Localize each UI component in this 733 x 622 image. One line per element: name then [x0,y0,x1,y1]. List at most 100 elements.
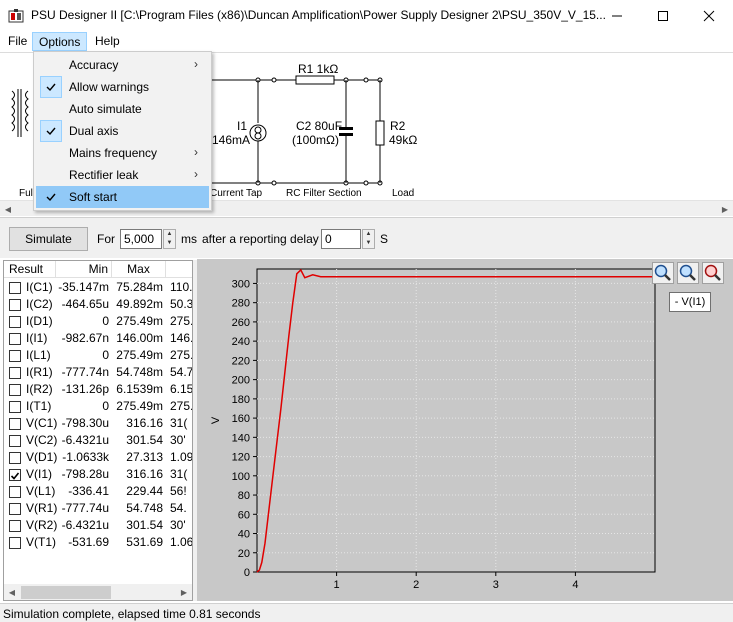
row-checkbox[interactable] [9,316,21,328]
close-button[interactable] [686,0,732,31]
spin-down-icon[interactable]: ▼ [363,239,374,248]
spin-up-icon[interactable]: ▲ [363,230,374,239]
table-row[interactable]: I(R2) -131.26p 6.1539m 6.15 [4,381,192,398]
row-name: V(R2) [26,518,58,532]
menu-options[interactable]: Options [32,32,88,51]
scroll-left-icon[interactable]: ◀ [0,201,16,217]
menu-item-label: Allow warnings [69,80,150,94]
menu-item-accuracy[interactable]: Accuracy › [36,54,209,76]
table-row[interactable]: V(C1) -798.30u 316.16 31( [4,415,192,432]
column-result[interactable]: Result [4,261,56,278]
row-checkbox[interactable] [9,299,21,311]
row-checkbox[interactable] [9,384,21,396]
title-bar: PSU Designer II [C:\Program Files (x86)\… [0,0,733,31]
zoom-out-button[interactable] [702,262,724,284]
row-extra: 275. [170,399,193,413]
i1-label: I1 [237,119,248,133]
row-checkbox[interactable] [9,435,21,447]
row-min: 0 [102,399,109,413]
row-checkbox[interactable] [9,367,21,379]
column-max[interactable]: Max [112,261,166,278]
row-checkbox[interactable] [9,486,21,498]
menu-item-label: Soft start [69,190,118,204]
row-checkbox[interactable] [9,401,21,413]
scroll-left-icon[interactable]: ◀ [4,584,20,600]
table-row[interactable]: V(T1) -531.69 531.69 1.06 [4,534,192,551]
row-checkbox[interactable] [9,418,21,430]
menu-file[interactable]: File [2,32,33,51]
row-min: 0 [102,314,109,328]
results-list[interactable]: Result Min Max I(C1) -35.147m 75.284m 110. I… [3,260,193,601]
row-checkbox[interactable] [9,282,21,294]
checkmark-icon [40,120,62,142]
row-extra: 146. [170,331,193,345]
delay-input[interactable]: 0 [321,229,361,249]
table-row[interactable]: V(I1) -798.28u 316.16 31( [4,466,192,483]
row-checkbox[interactable] [9,469,21,481]
maximize-button[interactable] [640,0,686,31]
row-name: V(T1) [26,535,56,549]
y-tick-label: 60 [238,509,250,521]
table-row[interactable]: I(I1) -982.67n 146.00m 146. [4,330,193,347]
spin-up-icon[interactable]: ▲ [164,230,175,239]
menu-help[interactable]: Help [89,32,126,51]
table-row[interactable]: V(R1) -777.74u 54.748 54. [4,500,192,517]
table-row[interactable]: I(T1) 0 275.49m 275. [4,398,193,415]
scroll-right-icon[interactable]: ▶ [176,584,192,600]
app-icon [8,8,24,24]
row-extra: 1.09 [170,450,193,464]
menu-item-soft-start[interactable]: Soft start [36,186,209,208]
row-max: 301.54 [126,518,163,532]
table-row[interactable]: I(C1) -35.147m 75.284m 110. [4,279,192,296]
column-min[interactable]: Min [56,261,112,278]
table-row[interactable]: V(C2) -6.4321u 301.54 30' [4,432,192,449]
table-row[interactable]: V(L1) -336.41 229.44 56! [4,483,192,500]
y-tick-label: 100 [232,471,250,483]
simulate-button[interactable]: Simulate [9,227,88,251]
table-row[interactable]: I(D1) 0 275.49m 275. [4,313,192,330]
row-checkbox[interactable] [9,503,21,515]
results-scrollbar[interactable]: ◀ ▶ [4,584,192,600]
zoom-fit-button[interactable] [677,262,699,284]
row-checkbox[interactable] [9,350,21,362]
ms-label: ms [181,232,197,246]
menu-item-rectifier-leak[interactable]: Rectifier leak › [36,164,209,186]
menu-item-auto-simulate[interactable]: Auto simulate [36,98,209,120]
delay-spinner[interactable]: ▲ ▼ [362,229,375,249]
row-checkbox[interactable] [9,520,21,532]
table-row[interactable]: V(R2) -6.4321u 301.54 30' [4,517,192,534]
row-checkbox[interactable] [9,452,21,464]
row-min: 0 [102,348,109,362]
minimize-button[interactable] [594,0,640,31]
duration-input[interactable]: 5,000 [120,229,162,249]
table-row[interactable]: I(R1) -777.74n 54.748m 54.7 [4,364,193,381]
scroll-right-icon[interactable]: ▶ [717,201,733,217]
row-extra: 54.7 [170,365,193,379]
y-tick-label: 240 [232,336,250,348]
duration-spinner[interactable]: ▲ ▼ [163,229,176,249]
row-checkbox[interactable] [9,333,21,345]
voltage-chart: 0 20 40 60 80 100 120 140 160 180 200 220 240 260 280 3… [210,268,656,591]
zoom-in-button[interactable] [652,262,674,284]
row-min: -798.28u [61,467,109,481]
row-max: 229.44 [126,484,163,498]
scroll-thumb[interactable] [21,586,111,599]
row-checkbox[interactable] [9,537,21,549]
simulation-toolbar: Simulate For 5,000 ▲ ▼ ms after a report… [0,217,733,258]
spin-down-icon[interactable]: ▼ [164,239,175,248]
row-min: -464.65u [61,297,109,311]
menu-item-mains-frequency[interactable]: Mains frequency › [36,142,209,164]
menu-item-dual-axis[interactable]: Dual axis [36,120,209,142]
graph-panel[interactable]: 0 20 40 60 80 100 120 140 160 180 200 220 240 260 280 3… [197,259,733,601]
section-load: Load [392,188,415,199]
s-label: S [380,232,389,246]
table-row[interactable]: I(C2) -464.65u 49.892m 50.3 [4,296,192,313]
c2-esr: (100mΩ) [292,133,339,147]
menu-item-allow-warnings[interactable]: Allow warnings [36,76,209,98]
column-extra[interactable] [166,261,192,278]
row-extra: 31( [170,416,188,430]
table-row[interactable]: I(L1) 0 275.49m 275. [4,347,192,364]
plot-area [256,268,656,573]
table-row[interactable]: V(D1) -1.0633k 27.313 1.09 [4,449,193,466]
status-text: Simulation complete, elapsed time 0.81 s… [3,607,261,621]
